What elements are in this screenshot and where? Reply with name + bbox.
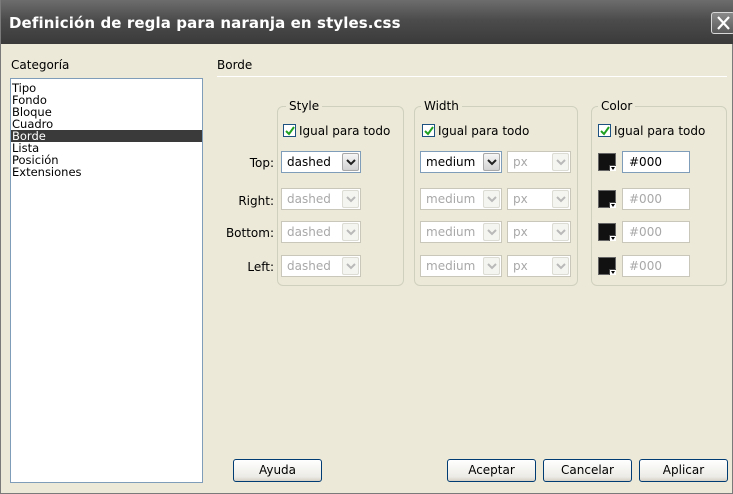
color-swatch-icon — [609, 235, 616, 241]
category-list[interactable]: Tipo Fondo Bloque Cuadro Borde Lista Pos… — [10, 78, 203, 483]
bottom-color-input[interactable]: #000 — [622, 221, 690, 243]
left-unit-select[interactable]: px — [507, 255, 571, 277]
chevron-down-icon[interactable] — [342, 190, 359, 208]
category-item-borde[interactable]: Borde — [11, 130, 202, 142]
chevron-down-icon[interactable] — [552, 190, 569, 208]
right-unit-value: px — [513, 192, 528, 206]
checkmark-icon — [285, 126, 295, 136]
width-group-legend: Width — [421, 99, 462, 113]
top-unit-value: px — [513, 155, 528, 169]
color-swatch-icon — [609, 202, 616, 208]
left-color-value: #000 — [629, 259, 662, 273]
left-style-value: dashed — [287, 259, 331, 273]
chevron-down-icon[interactable] — [483, 153, 500, 171]
row-label-bottom: Bottom: — [225, 226, 274, 240]
row-label-top: Top: — [249, 156, 274, 170]
color-same-all-label: Igual para todo — [614, 124, 706, 138]
top-color-value: #000 — [629, 155, 662, 169]
chevron-down-icon[interactable] — [552, 257, 569, 275]
bottom-unit-value: px — [513, 225, 528, 239]
top-width-value: medium — [426, 155, 476, 169]
color-group-legend: Color — [598, 99, 636, 113]
color-swatch-icon — [609, 165, 616, 171]
title-bar[interactable]: Definición de regla para naranja en styl… — [1, 0, 733, 44]
right-unit-select[interactable]: px — [507, 188, 571, 210]
window-title: Definición de regla para naranja en styl… — [9, 14, 401, 32]
left-width-select[interactable]: medium — [420, 255, 502, 277]
cancel-button[interactable]: Cancelar — [543, 459, 632, 482]
section-divider — [217, 76, 727, 77]
color-same-all-checkbox[interactable]: Igual para todo — [598, 124, 705, 138]
css-rule-definition-dialog: Definición de regla para naranja en styl… — [0, 0, 733, 494]
right-style-value: dashed — [287, 192, 331, 206]
right-color-value: #000 — [629, 192, 662, 206]
apply-button[interactable]: Aplicar — [639, 459, 728, 482]
right-width-select[interactable]: medium — [420, 188, 502, 210]
bottom-style-select[interactable]: dashed — [281, 221, 361, 243]
style-same-all-checkbox[interactable]: Igual para todo — [283, 124, 390, 138]
left-color-picker[interactable] — [598, 257, 616, 275]
ok-button[interactable]: Aceptar — [447, 459, 536, 482]
left-unit-value: px — [513, 259, 528, 273]
top-width-select[interactable]: medium — [420, 151, 502, 173]
category-label: Categoría — [11, 58, 70, 72]
top-color-input[interactable]: #000 — [622, 151, 690, 173]
width-same-all-label: Igual para todo — [438, 124, 530, 138]
category-item-extensiones[interactable]: Extensiones — [11, 166, 202, 178]
chevron-down-icon[interactable] — [342, 153, 359, 171]
right-style-select[interactable]: dashed — [281, 188, 361, 210]
bottom-unit-select[interactable]: px — [507, 221, 571, 243]
color-swatch-icon — [609, 269, 616, 275]
top-color-picker[interactable] — [598, 153, 616, 171]
row-label-left: Left: — [247, 260, 274, 274]
checkbox-box[interactable] — [422, 124, 435, 137]
left-width-value: medium — [426, 259, 476, 273]
right-width-value: medium — [426, 192, 476, 206]
checkbox-box[interactable] — [283, 124, 296, 137]
top-style-select[interactable]: dashed — [281, 151, 361, 173]
bottom-width-select[interactable]: medium — [420, 221, 502, 243]
bottom-color-value: #000 — [629, 225, 662, 239]
chevron-down-icon[interactable] — [552, 223, 569, 241]
chevron-down-icon[interactable] — [552, 153, 569, 171]
checkmark-icon — [424, 126, 434, 136]
close-button[interactable] — [711, 12, 733, 34]
left-style-select[interactable]: dashed — [281, 255, 361, 277]
top-style-value: dashed — [287, 155, 331, 169]
bottom-width-value: medium — [426, 225, 476, 239]
style-group-legend: Style — [286, 99, 323, 113]
chevron-down-icon[interactable] — [342, 223, 359, 241]
style-same-all-label: Igual para todo — [299, 124, 391, 138]
bottom-style-value: dashed — [287, 225, 331, 239]
chevron-down-icon[interactable] — [342, 257, 359, 275]
right-color-input[interactable]: #000 — [622, 188, 690, 210]
section-title: Borde — [217, 58, 253, 72]
left-color-input[interactable]: #000 — [622, 255, 690, 277]
chevron-down-icon[interactable] — [483, 223, 500, 241]
checkmark-icon — [600, 126, 610, 136]
width-same-all-checkbox[interactable]: Igual para todo — [422, 124, 529, 138]
checkbox-box[interactable] — [598, 124, 611, 137]
chevron-down-icon[interactable] — [483, 257, 500, 275]
top-unit-select[interactable]: px — [507, 151, 571, 173]
right-color-picker[interactable] — [598, 190, 616, 208]
close-icon — [717, 16, 730, 30]
row-label-right: Right: — [238, 194, 274, 208]
help-button[interactable]: Ayuda — [233, 459, 322, 482]
chevron-down-icon[interactable] — [483, 190, 500, 208]
bottom-color-picker[interactable] — [598, 223, 616, 241]
